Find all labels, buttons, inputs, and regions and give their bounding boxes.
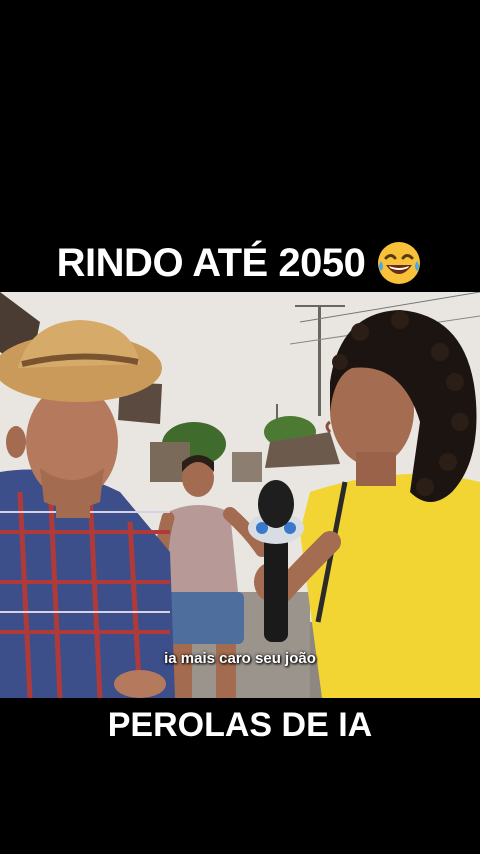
top-caption: RINDO ATÉ 2050 [0,236,480,290]
laughing-tears-emoji-icon [378,242,421,284]
top-caption-text: RINDO ATÉ 2050 [56,240,366,285]
bottom-caption-text: PEROLAS DE IA [107,705,373,744]
bottom-caption: PEROLAS DE IA [0,702,480,748]
street-interview-scene [0,292,480,698]
video-subtitle: ia mais caro seu joão [164,650,316,667]
video-frame[interactable] [0,292,480,698]
